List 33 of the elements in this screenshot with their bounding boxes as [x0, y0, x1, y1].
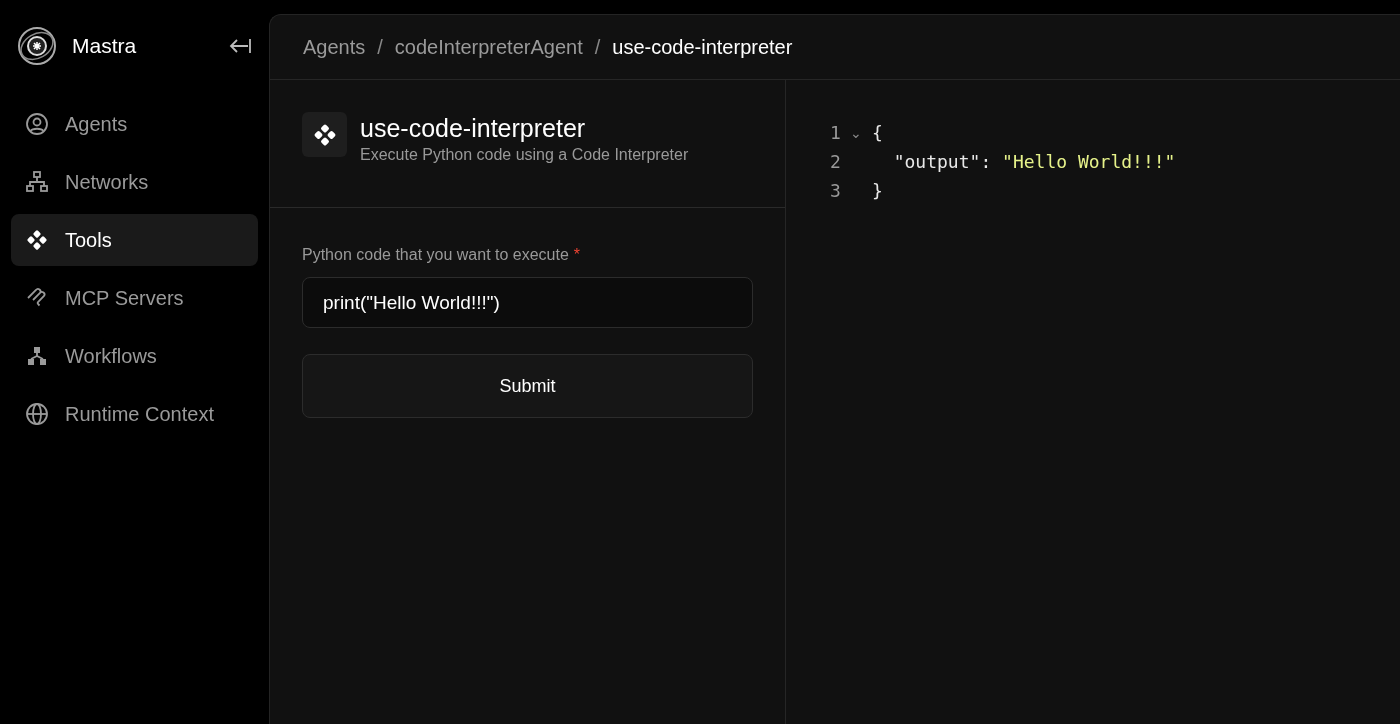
code-line: } [872, 180, 883, 201]
code-line: "output": "Hello World!!!" [892, 151, 1176, 172]
sidebar-item[interactable]: MCP Servers [11, 272, 258, 324]
hierarchy-icon [25, 344, 49, 368]
brand-name: Mastra [72, 34, 138, 58]
breadcrumb-link[interactable]: use-code-interpreter [612, 35, 793, 59]
diamond-dots-icon [25, 228, 49, 252]
logo-icon [17, 26, 57, 66]
user-circle-icon [25, 112, 49, 136]
tool-icon [302, 112, 347, 157]
breadcrumb-link[interactable]: Agents [303, 35, 366, 59]
sidebar-item[interactable]: Agents [11, 98, 258, 150]
field-label: Python code that you want to execute [302, 246, 569, 264]
sidebar-item[interactable]: Networks [11, 156, 258, 208]
line-number: 3 [830, 180, 842, 201]
tool-title: use-code-interpreter [360, 113, 587, 144]
breadcrumb-separator: / [377, 35, 383, 59]
globe-icon [25, 402, 49, 426]
required-mark: * [573, 246, 581, 264]
sidebar-item[interactable]: Tools [11, 214, 258, 266]
sidebar-item[interactable]: Workflows [11, 330, 258, 382]
line-number: 1 [830, 122, 842, 143]
submit-button[interactable]: Submit [302, 354, 753, 418]
code-line: { [872, 122, 883, 143]
sidebar-item[interactable]: Runtime Context [11, 388, 258, 440]
breadcrumb-link[interactable]: codeInterpreterAgent [394, 35, 583, 59]
collapse-sidebar-icon[interactable] [228, 37, 252, 55]
tool-description: Execute Python code using a Code Interpreter [360, 146, 689, 164]
line-number: 2 [830, 151, 842, 172]
code-input-field[interactable]: print("Hello World!!!") [302, 277, 753, 328]
breadcrumb-separator: / [594, 35, 601, 59]
fold-caret[interactable]: ⌄ [850, 124, 862, 141]
network-icon [25, 170, 49, 194]
